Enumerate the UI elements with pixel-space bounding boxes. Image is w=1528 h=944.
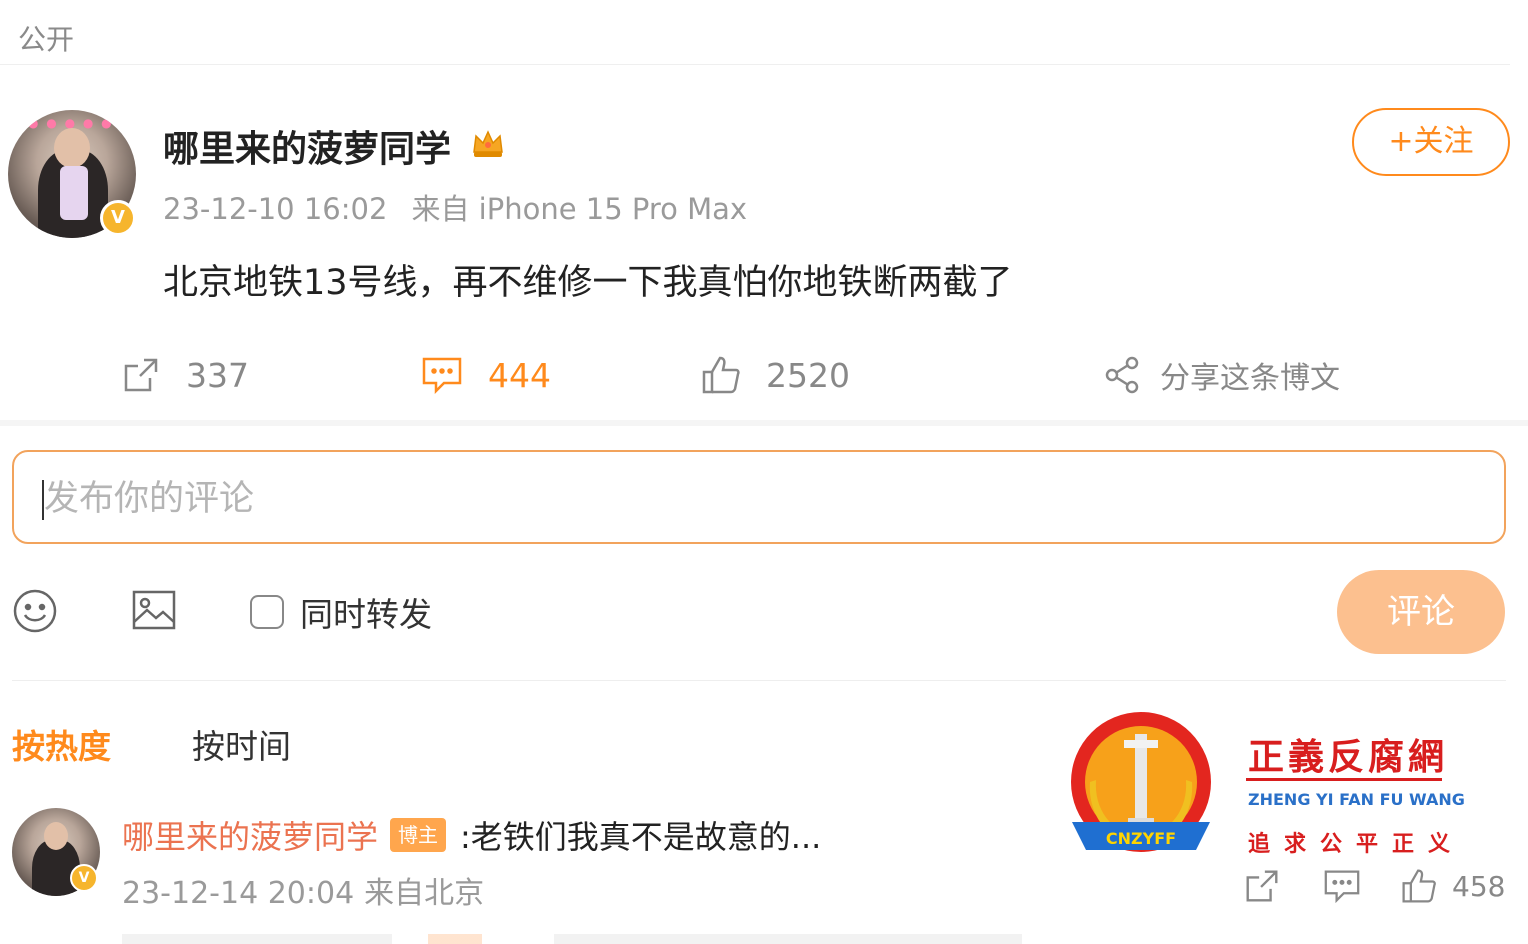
comment-input[interactable] [44,476,1444,522]
submit-comment-button[interactable]: 评论 [1337,570,1505,654]
comment-like-button[interactable]: 458 [1400,866,1505,906]
watermark-emblem-text: CNZYFF [1106,829,1176,848]
share-icon [1105,356,1139,394]
watermark-title: 正義反腐網 [1248,736,1449,778]
repost-icon [124,358,158,392]
comment-count: 444 [488,355,551,395]
comment-like-count: 458 [1452,869,1506,903]
avatar-head [44,822,68,850]
tab-sort-by-time[interactable]: 按时间 [192,720,291,768]
divider [0,420,1528,426]
comment-box[interactable] [12,450,1506,544]
repost-icon [1246,870,1278,902]
watermark-pinyin: ZHENG YI FAN FU WANG [1248,790,1465,809]
post-source: 来自 iPhone 15 Pro Max [411,192,748,226]
comment-icon [422,357,462,395]
avatar-head [54,128,90,168]
divider [12,680,1506,681]
comment-icon [1324,870,1360,904]
avatar-scarf [60,166,88,220]
verified-badge-icon: V [100,200,136,236]
commenter-name[interactable]: 哪里来的菠萝同学 [122,812,378,858]
post-meta: 23-12-10 16:02 来自 iPhone 15 Pro Max [163,186,771,228]
comment-line: 哪里来的菠萝同学 博主 :老铁们我真不是故意的... [122,812,821,858]
repost-count: 337 [186,355,249,395]
thumbs-up-icon [702,356,740,394]
watermark-divider [1246,778,1442,781]
comment-timestamp: 23-12-14 20:04 [122,876,355,911]
emoji-icon[interactable] [12,588,58,634]
comment-location: 来自北京 [364,876,485,911]
follow-button[interactable]: +关注 [1352,108,1510,176]
comment-button[interactable]: 444 [420,352,551,398]
watermark-slogan: 追求公平正义 [1248,832,1465,857]
share-label: 分享这条博文 [1160,361,1340,396]
comment-meta: 23-12-14 20:04 来自北京 [122,868,494,912]
visibility-label: 公开 [18,23,75,56]
like-button[interactable]: 2520 [700,352,850,398]
comment-reply-button[interactable] [1322,866,1362,906]
watermark-emblem-icon: CNZYFF [1071,712,1211,852]
image-icon[interactable] [130,586,178,634]
like-count: 2520 [766,355,850,395]
divider [0,64,1510,65]
text-caret [42,480,44,520]
next-comment-cutoff [122,934,1022,944]
comment-text: :老铁们我真不是故意的... [460,818,822,856]
checkbox[interactable] [250,595,284,629]
comment-repost-button[interactable] [1242,866,1282,906]
also-repost-checkbox[interactable]: 同时转发 [250,588,432,636]
verified-badge-icon: V [70,864,98,892]
author-name[interactable]: 哪里来的菠萝同学 [163,120,451,172]
vip-crown-icon [473,130,503,157]
also-repost-label: 同时转发 [300,595,432,634]
repost-button[interactable]: 337 [120,352,249,398]
thumbs-up-icon [1402,869,1436,903]
author-badge: 博主 [390,818,447,852]
tab-sort-by-hot[interactable]: 按热度 [12,720,111,768]
share-button[interactable]: 分享这条博文 [1104,352,1340,398]
post-timestamp: 23-12-10 16:02 [163,192,388,226]
post-content: 北京地铁13号线，再不维修一下我真怕你地铁断两截了 [163,263,1013,303]
